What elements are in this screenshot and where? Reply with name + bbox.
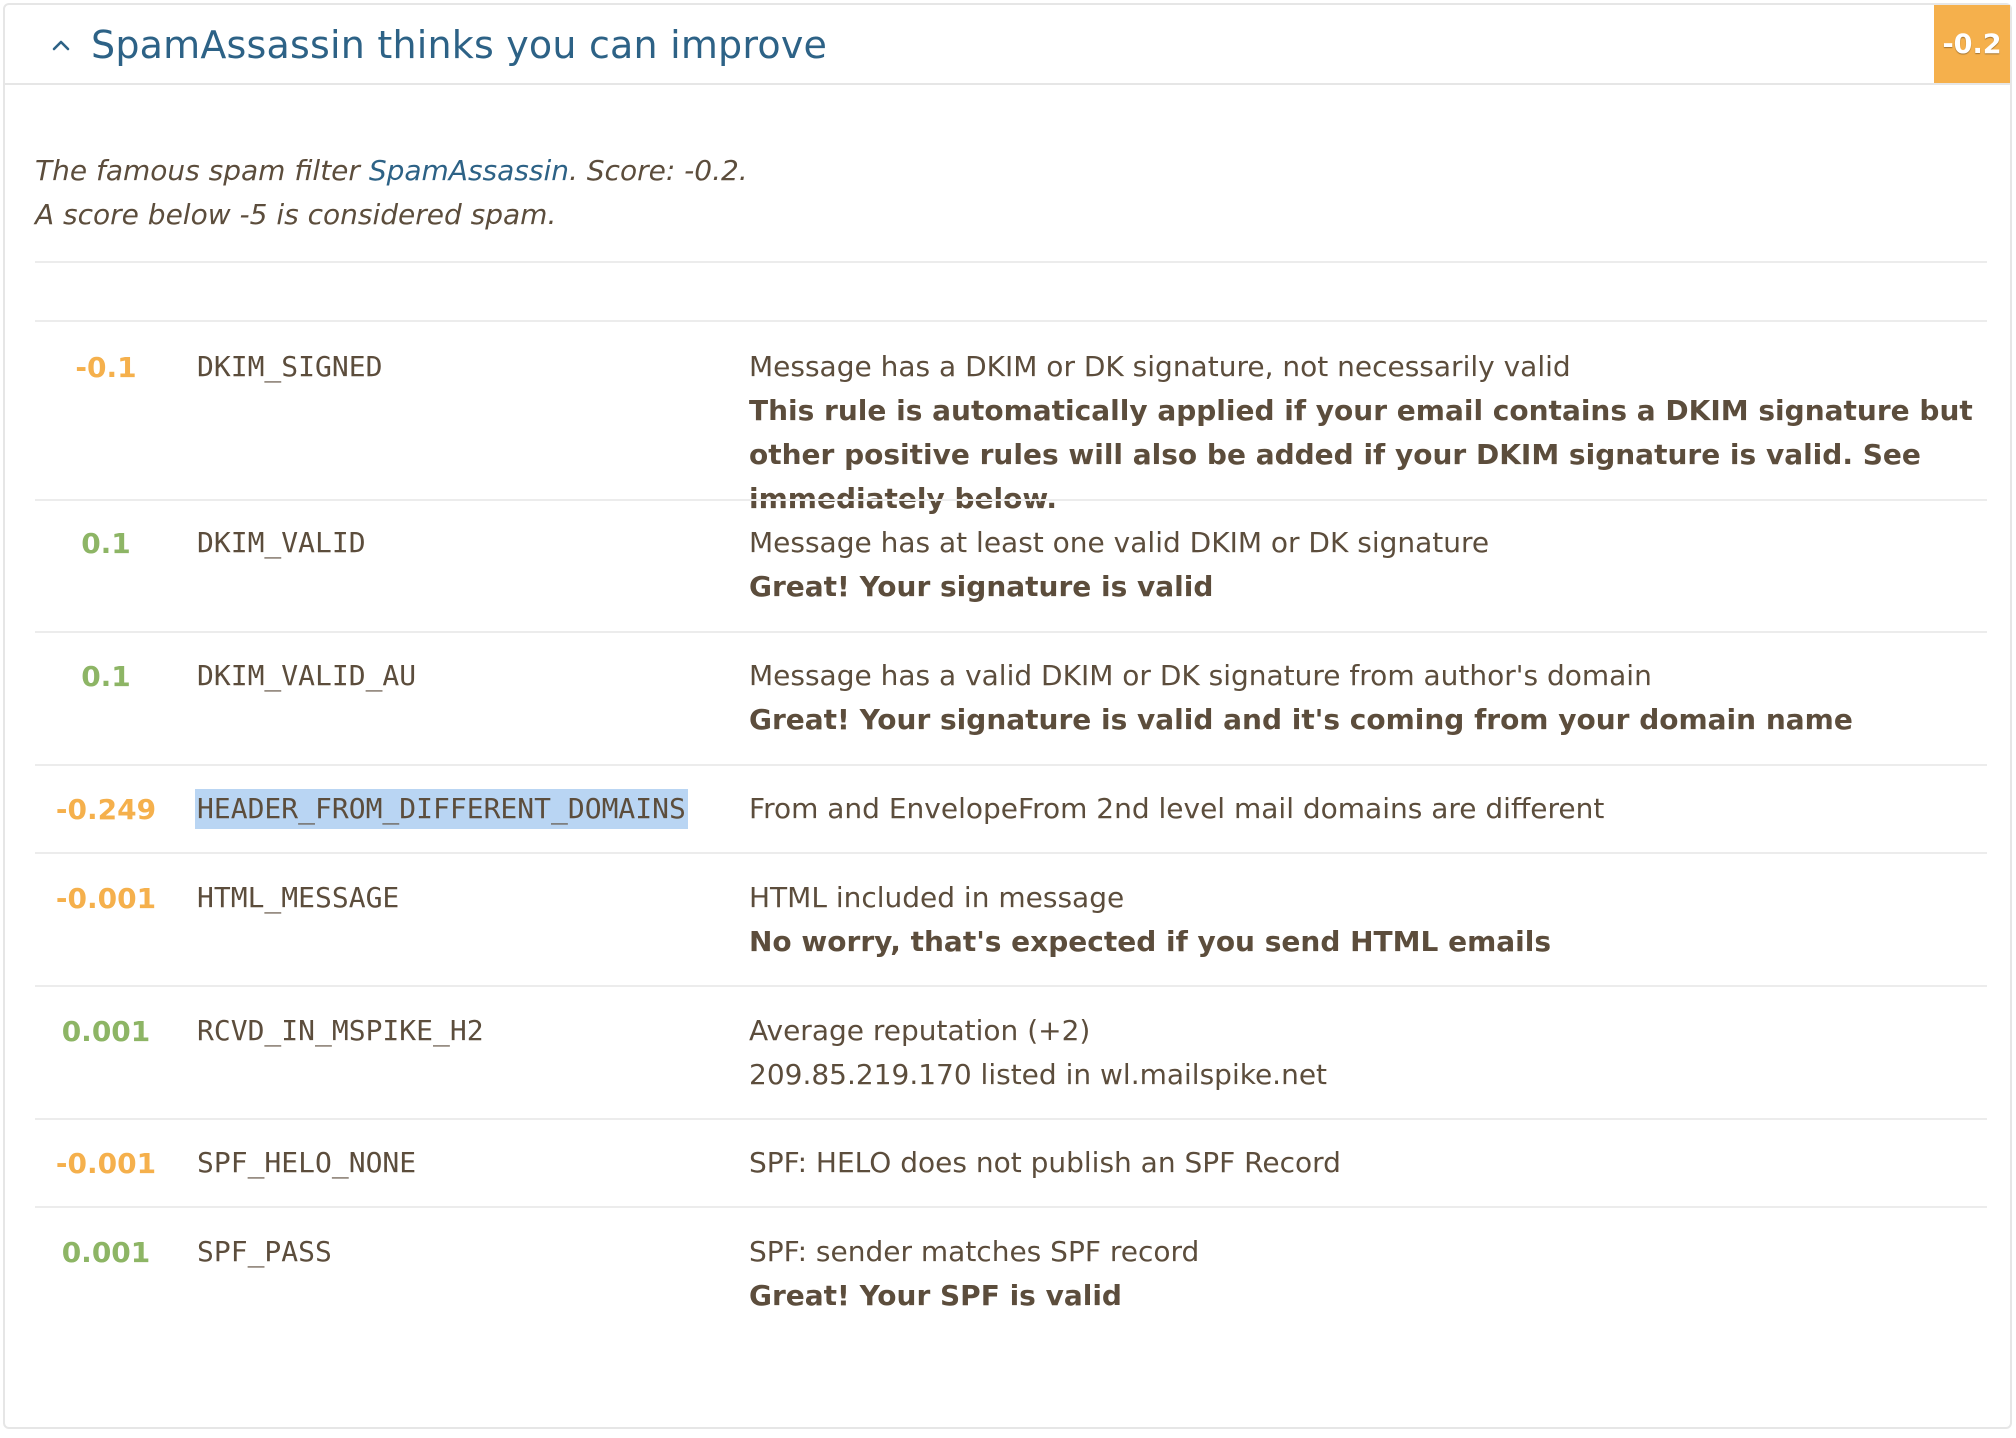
rule-name: DKIM_VALID_AU (197, 659, 417, 692)
rule-score: -0.001 (55, 882, 157, 915)
rule-description-text: Message has a valid DKIM or DK signature… (749, 659, 1652, 692)
rule-advice: No worry, that's expected if you send HT… (749, 925, 1552, 958)
rule-description-text: HTML included in message (749, 881, 1125, 914)
rule-description-text: From and EnvelopeFrom 2nd level mail dom… (749, 792, 1605, 825)
rule-score: 0.001 (61, 1015, 151, 1048)
rule-name: SPF_HELO_NONE (197, 1146, 417, 1179)
rule-description: Message has a valid DKIM or DK signature… (749, 654, 1979, 742)
divider (35, 852, 1987, 854)
intro-line-2: A score below -5 is considered spam. (35, 198, 557, 231)
spamassassin-panel: SpamAssassin thinks you can improve -0.2… (3, 3, 2012, 1429)
rule-detail: 209.85.219.170 listed in wl.mailspike.ne… (749, 1058, 1328, 1091)
rule-description-text: Message has a DKIM or DK signature, not … (749, 350, 1571, 383)
panel-header[interactable]: SpamAssassin thinks you can improve -0.2 (5, 5, 2010, 85)
rule-score: -0.001 (55, 1147, 157, 1180)
intro-text: The famous spam filter SpamAssassin. Sco… (35, 149, 748, 237)
rule-description-text: Message has at least one valid DKIM or D… (749, 526, 1490, 559)
rule-advice: This rule is automatically applied if yo… (749, 394, 1973, 515)
rule-name: DKIM_VALID (197, 526, 366, 559)
rule-advice: Great! Your signature is valid (749, 570, 1214, 603)
rule-advice: Great! Your signature is valid and it's … (749, 703, 1853, 736)
rule-description-text: SPF: sender matches SPF record (749, 1235, 1200, 1268)
spamassassin-link[interactable]: SpamAssassin (369, 154, 569, 187)
rule-score: 0.1 (81, 660, 131, 693)
divider (35, 985, 1987, 987)
rule-name-selected[interactable]: HEADER_FROM_DIFFERENT_DOMAINS (195, 789, 688, 829)
rule-name: RCVD_IN_MSPIKE_H2 (197, 1014, 484, 1047)
divider (35, 320, 1987, 322)
rule-advice: Great! Your SPF is valid (749, 1279, 1122, 1312)
rule-description-text: Average reputation (+2) (749, 1014, 1091, 1047)
rule-description: SPF: HELO does not publish an SPF Record (749, 1141, 1979, 1185)
rule-description: Average reputation (+2) 209.85.219.170 l… (749, 1009, 1979, 1097)
intro-line-1: The famous spam filter SpamAssassin. Sco… (35, 149, 748, 193)
total-score-badge: -0.2 (1934, 5, 2010, 83)
divider (35, 1206, 1987, 1208)
chevron-up-icon[interactable] (51, 37, 71, 53)
rule-score: 0.1 (81, 527, 131, 560)
rule-name: DKIM_SIGNED (197, 350, 383, 383)
divider (35, 499, 1987, 501)
rule-score: -0.1 (75, 351, 137, 384)
rule-description: Message has a DKIM or DK signature, not … (749, 345, 1979, 521)
rule-name: SPF_PASS (197, 1235, 332, 1268)
divider (35, 261, 1987, 263)
divider (35, 631, 1987, 633)
rule-description: Message has at least one valid DKIM or D… (749, 521, 1979, 609)
panel-title[interactable]: SpamAssassin thinks you can improve (91, 23, 827, 67)
rule-name: HTML_MESSAGE (197, 881, 400, 914)
rule-description: From and EnvelopeFrom 2nd level mail dom… (749, 787, 1979, 831)
divider (35, 1118, 1987, 1120)
rule-description-text: SPF: HELO does not publish an SPF Record (749, 1146, 1341, 1179)
divider (35, 764, 1987, 766)
rule-score: 0.001 (61, 1236, 151, 1269)
rule-score: -0.249 (55, 793, 157, 826)
intro-score: . Score: -0.2. (568, 154, 748, 187)
rule-description: SPF: sender matches SPF record Great! Yo… (749, 1230, 1979, 1318)
intro-prefix: The famous spam filter (35, 154, 369, 187)
rule-description: HTML included in message No worry, that'… (749, 876, 1979, 964)
